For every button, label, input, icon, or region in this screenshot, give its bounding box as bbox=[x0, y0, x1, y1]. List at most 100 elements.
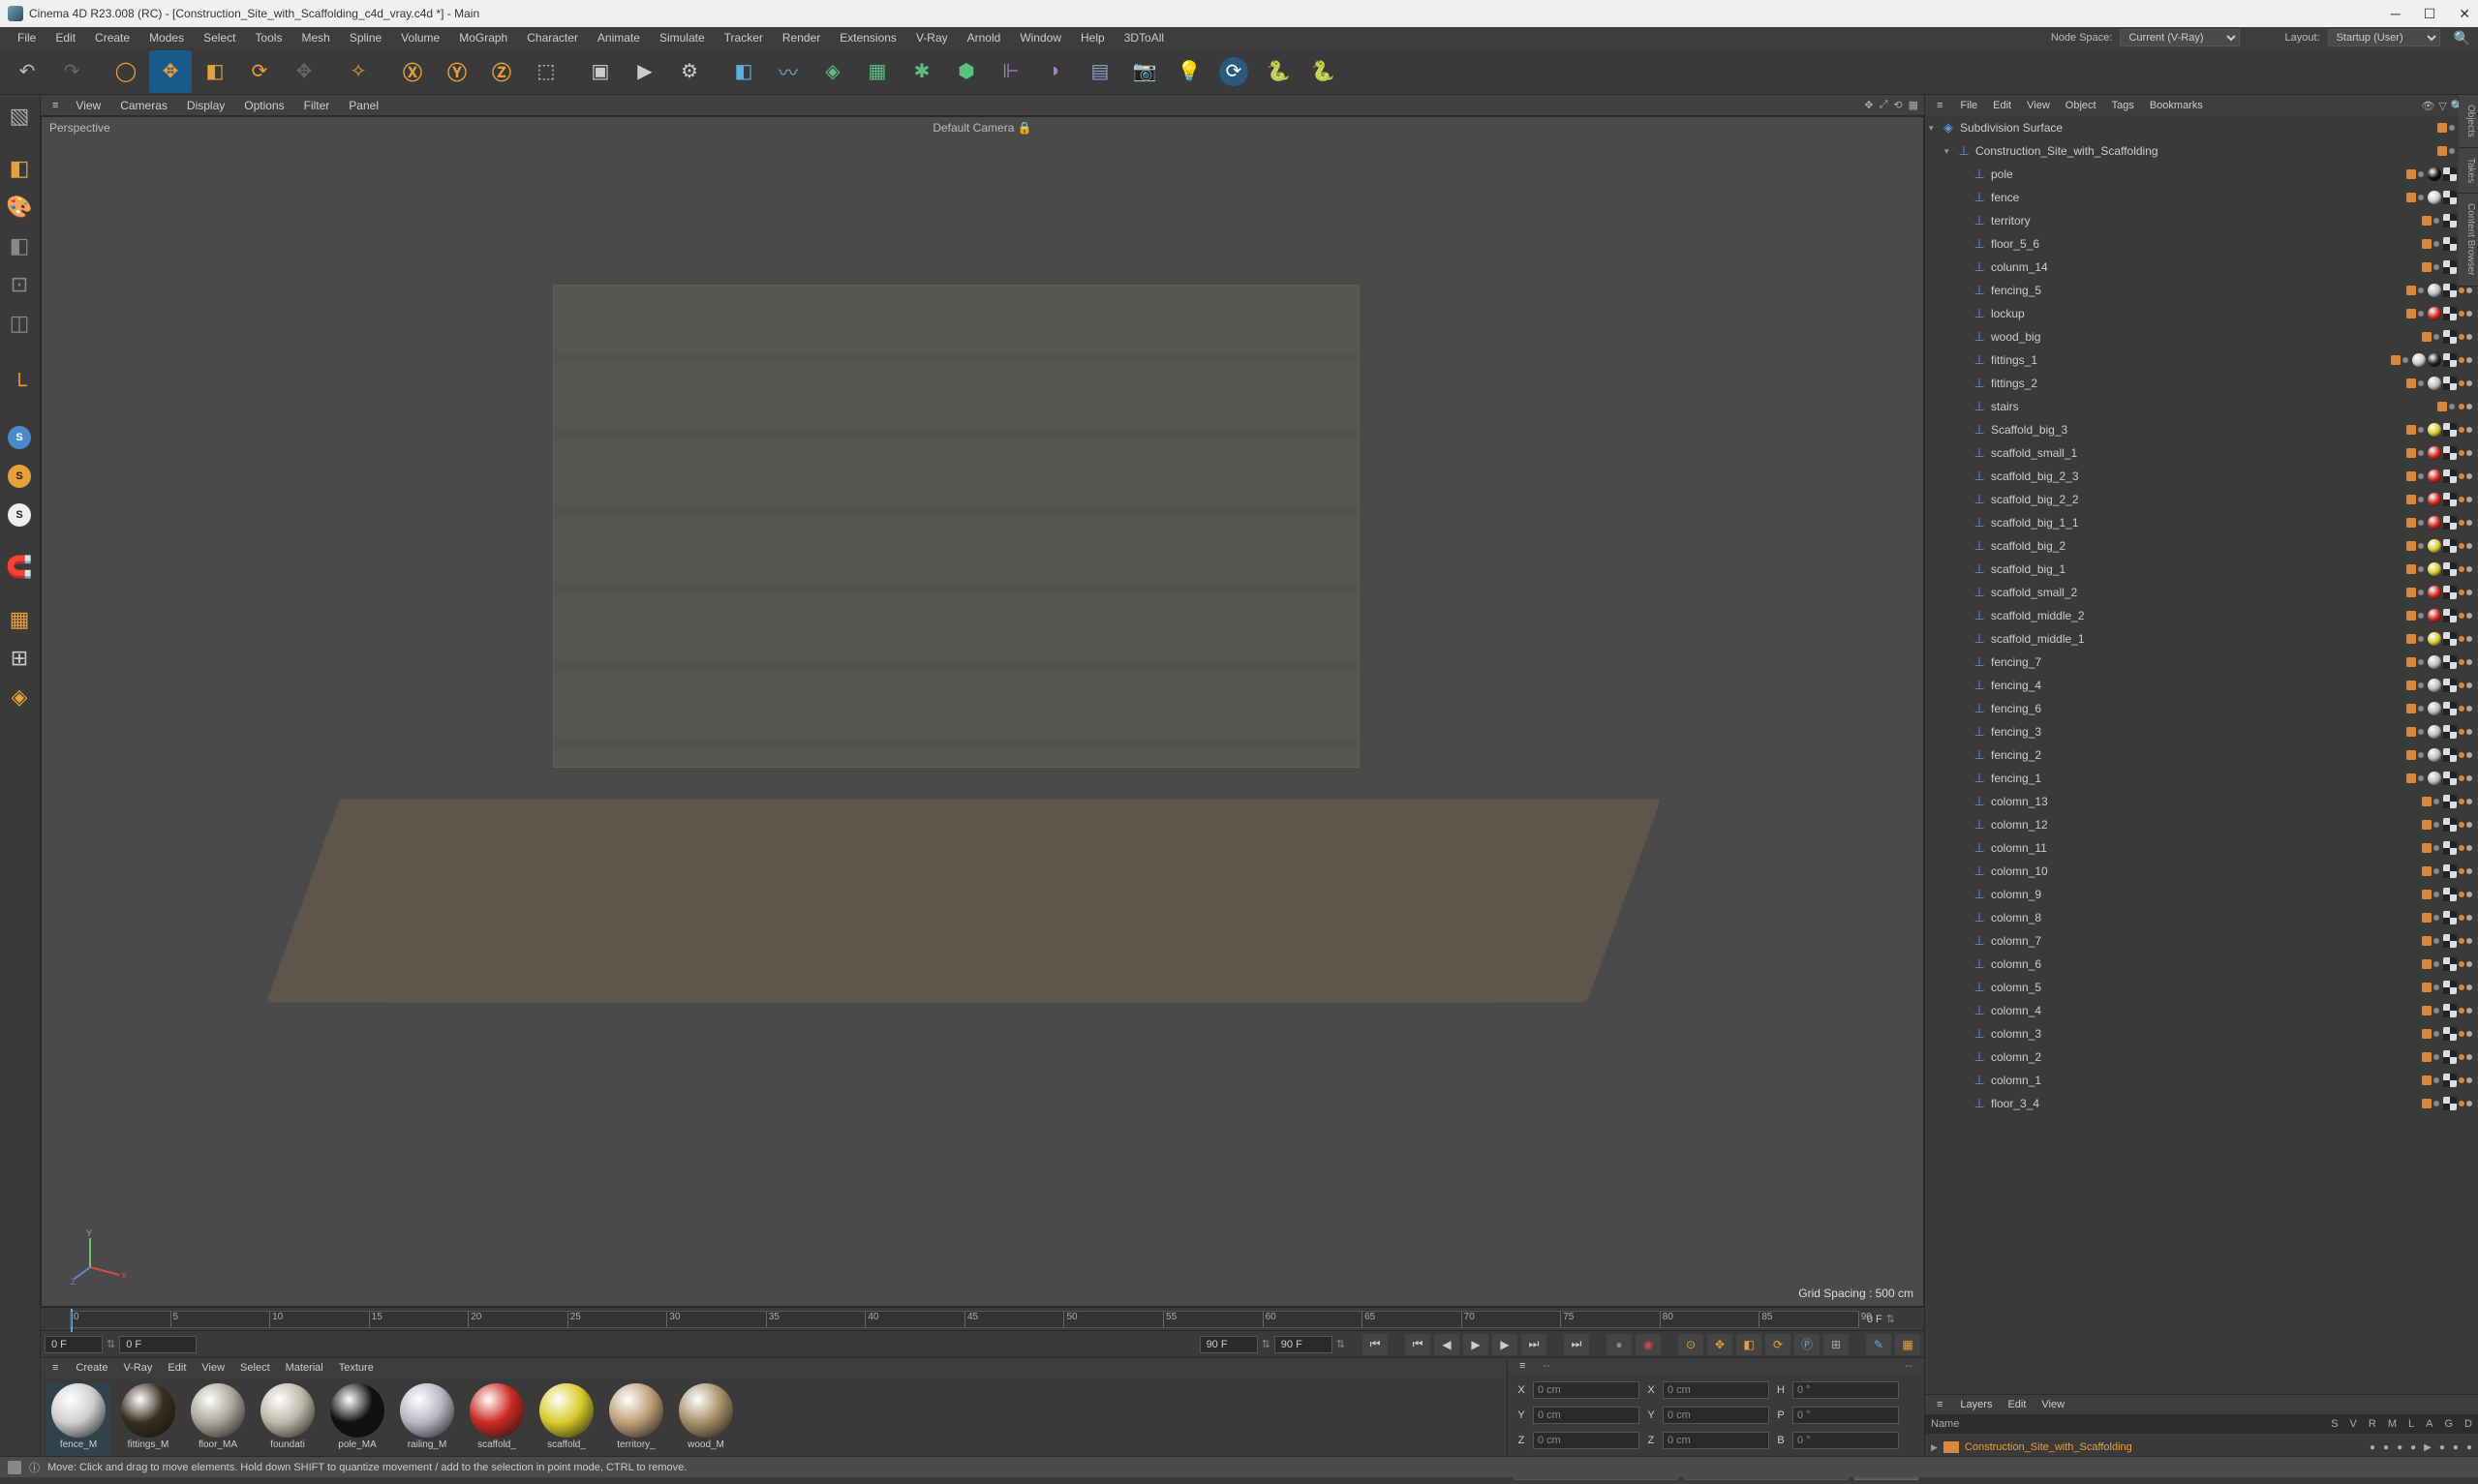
rotate-tool[interactable]: ⟳ bbox=[238, 50, 281, 93]
axis-tool[interactable]: ✧ bbox=[337, 50, 380, 93]
layers-menu-view[interactable]: View bbox=[2034, 1397, 2072, 1412]
material-tag-icon[interactable] bbox=[2428, 167, 2441, 181]
camera-tool[interactable]: 📷 bbox=[1123, 50, 1166, 93]
timeline[interactable]: 051015202530354045505560657075808590 0 F… bbox=[41, 1307, 1924, 1330]
texture-tag-icon[interactable] bbox=[2443, 981, 2457, 994]
mat-menu-edit[interactable]: Edit bbox=[160, 1360, 194, 1376]
python2-tool[interactable]: 🐍 bbox=[1301, 50, 1344, 93]
object-row[interactable]: ⊥scaffold_middle_2 bbox=[1925, 604, 2478, 627]
obj-filter-icon[interactable]: ▽ bbox=[2438, 100, 2446, 112]
visibility-dots[interactable] bbox=[2406, 704, 2424, 713]
key-rot-button[interactable]: ⟳ bbox=[1765, 1334, 1790, 1355]
goto-prev-key-button[interactable]: ⏮ bbox=[1405, 1334, 1430, 1355]
obj-menu-file[interactable]: File bbox=[1952, 98, 1985, 113]
object-row[interactable]: ⊥scaffold_big_1 bbox=[1925, 558, 2478, 581]
visibility-dots[interactable] bbox=[2437, 146, 2455, 156]
viewport[interactable]: Perspective Default Camera 🔒 X Y Z Grid … bbox=[41, 116, 1924, 1307]
object-tags[interactable] bbox=[2443, 330, 2472, 344]
visibility-dots[interactable] bbox=[2406, 379, 2424, 388]
layer-flag-toggle[interactable]: ● bbox=[2397, 1442, 2402, 1453]
render-view[interactable]: ▣ bbox=[579, 50, 622, 93]
menu-animate[interactable]: Animate bbox=[588, 28, 650, 47]
object-tags[interactable] bbox=[2443, 1004, 2472, 1017]
node-space-select[interactable]: Current (V-Ray) bbox=[2120, 29, 2240, 46]
object-row[interactable]: ▾◈Subdivision Surface bbox=[1925, 116, 2478, 139]
object-tags[interactable] bbox=[2428, 539, 2472, 553]
material-tag-icon[interactable] bbox=[2428, 493, 2441, 506]
object-tags[interactable] bbox=[2428, 655, 2472, 669]
menu-tracker[interactable]: Tracker bbox=[715, 28, 773, 47]
object-tags[interactable] bbox=[2443, 1074, 2472, 1087]
texture-tag-icon[interactable] bbox=[2443, 493, 2457, 506]
object-row[interactable]: ⊥colomn_5 bbox=[1925, 976, 2478, 999]
key-param-button[interactable]: Ⓟ bbox=[1794, 1334, 1820, 1355]
texture-tag-icon[interactable] bbox=[2443, 702, 2457, 715]
texture-tag-icon[interactable] bbox=[2443, 353, 2457, 367]
environment-tool[interactable]: ▤ bbox=[1079, 50, 1121, 93]
snap-s1[interactable]: S bbox=[2, 420, 37, 455]
menu-extensions[interactable]: Extensions bbox=[830, 28, 906, 47]
object-tags[interactable] bbox=[2428, 632, 2472, 646]
texture-mode[interactable]: 🎨 bbox=[2, 190, 37, 225]
object-row[interactable]: ⊥fittings_1 bbox=[1925, 348, 2478, 372]
visibility-dots[interactable] bbox=[2406, 657, 2424, 667]
texture-tag-icon[interactable] bbox=[2443, 911, 2457, 924]
mat-menu-select[interactable]: Select bbox=[232, 1360, 278, 1376]
object-tags[interactable] bbox=[2443, 1097, 2472, 1110]
y-size-field[interactable] bbox=[1663, 1407, 1769, 1424]
texture-tag-icon[interactable] bbox=[2443, 864, 2457, 878]
visibility-dots[interactable] bbox=[2422, 1006, 2439, 1015]
redo-button[interactable]: ↷ bbox=[50, 50, 93, 93]
z-pos-field[interactable] bbox=[1533, 1432, 1639, 1449]
undo-button[interactable]: ↶ bbox=[6, 50, 48, 93]
side-tab-takes[interactable]: Takes bbox=[2459, 148, 2478, 194]
object-tags[interactable] bbox=[2443, 864, 2472, 878]
object-tags[interactable] bbox=[2428, 586, 2472, 599]
object-row[interactable]: ⊥scaffold_big_2_2 bbox=[1925, 488, 2478, 511]
menu-character[interactable]: Character bbox=[517, 28, 588, 47]
prev-frame-button[interactable]: ◀ bbox=[1434, 1334, 1459, 1355]
menu-simulate[interactable]: Simulate bbox=[650, 28, 715, 47]
layers-menu-edit[interactable]: Edit bbox=[2000, 1397, 2034, 1412]
menu-3dtoall[interactable]: 3DToAll bbox=[1115, 28, 1174, 47]
object-tags[interactable] bbox=[2428, 469, 2472, 483]
x-axis-lock[interactable]: Ⓧ bbox=[391, 50, 434, 93]
object-tags[interactable] bbox=[2428, 446, 2472, 460]
obj-burger-icon[interactable]: ≡ bbox=[1929, 98, 1950, 113]
visibility-dots[interactable] bbox=[2422, 936, 2439, 946]
texture-tag-icon[interactable] bbox=[2443, 1027, 2457, 1041]
object-row[interactable]: ⊥scaffold_big_2_3 bbox=[1925, 465, 2478, 488]
material-tag-icon[interactable] bbox=[2428, 655, 2441, 669]
visibility-dots[interactable] bbox=[2422, 216, 2439, 226]
object-row[interactable]: ⊥fence bbox=[1925, 186, 2478, 209]
autokey-button[interactable]: ◉ bbox=[1636, 1334, 1661, 1355]
expand-icon[interactable]: ▾ bbox=[1929, 123, 1941, 134]
mat-menu-v-ray[interactable]: V-Ray bbox=[115, 1360, 160, 1376]
edge-mode[interactable]: ◫ bbox=[2, 306, 37, 341]
select-tool[interactable]: ◯ bbox=[105, 50, 147, 93]
side-tab-objects[interactable]: Objects bbox=[2459, 95, 2478, 148]
texture-tag-icon[interactable] bbox=[2443, 214, 2457, 227]
scale-tool[interactable]: ◧ bbox=[194, 50, 236, 93]
menu-edit[interactable]: Edit bbox=[46, 28, 85, 47]
object-tags[interactable] bbox=[2443, 818, 2472, 832]
material-tag-icon[interactable] bbox=[2428, 725, 2441, 739]
obj-menu-edit[interactable]: Edit bbox=[1985, 98, 2019, 113]
object-tags[interactable] bbox=[2428, 748, 2472, 762]
texture-tag-icon[interactable] bbox=[2443, 888, 2457, 901]
object-row[interactable]: ⊥scaffold_big_2 bbox=[1925, 534, 2478, 558]
field-tool[interactable]: ⊩ bbox=[990, 50, 1032, 93]
last-tool[interactable]: ✥ bbox=[283, 50, 325, 93]
visibility-dots[interactable] bbox=[2406, 193, 2424, 202]
x-pos-field[interactable] bbox=[1533, 1381, 1639, 1399]
texture-tag-icon[interactable] bbox=[2443, 795, 2457, 808]
material-tag-icon[interactable] bbox=[2428, 632, 2441, 646]
axis-mode[interactable]: └ bbox=[2, 368, 37, 403]
material-tag-icon[interactable] bbox=[2428, 539, 2441, 553]
visibility-dots[interactable] bbox=[2406, 681, 2424, 690]
material-tag-icon[interactable] bbox=[2428, 772, 2441, 785]
object-row[interactable]: ⊥wood_big bbox=[1925, 325, 2478, 348]
object-row[interactable]: ⊥fencing_1 bbox=[1925, 767, 2478, 790]
vp-menu-view[interactable]: View bbox=[66, 96, 110, 115]
object-row[interactable]: ⊥colomn_12 bbox=[1925, 813, 2478, 836]
